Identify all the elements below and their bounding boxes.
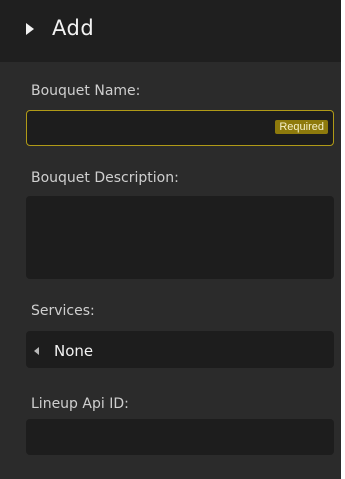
triangle-left-icon[interactable] xyxy=(34,347,39,355)
services-label: Services: xyxy=(31,303,95,319)
lineup-api-id-input[interactable] xyxy=(26,419,334,455)
required-badge: Required xyxy=(275,120,328,134)
bouquet-description-label: Bouquet Description: xyxy=(31,170,179,186)
panel-header[interactable]: Add xyxy=(0,0,341,62)
lineup-api-id-label: Lineup Api ID: xyxy=(31,396,129,412)
services-selected-value: None xyxy=(54,342,94,360)
bouquet-description-textarea[interactable] xyxy=(26,196,334,279)
add-panel: Add Bouquet Name: Required Bouquet Descr… xyxy=(0,0,341,479)
services-select[interactable]: None xyxy=(26,331,334,368)
bouquet-name-input[interactable]: Required xyxy=(26,110,334,146)
bouquet-name-label: Bouquet Name: xyxy=(31,83,141,99)
expand-triangle-icon[interactable] xyxy=(26,23,34,35)
panel-title: Add xyxy=(52,16,95,40)
